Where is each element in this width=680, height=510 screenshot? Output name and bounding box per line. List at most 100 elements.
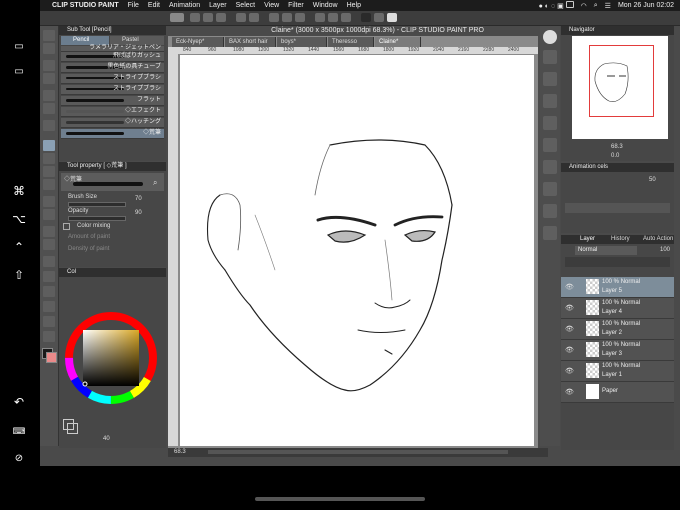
command-key-icon[interactable]: ⌘ bbox=[10, 184, 28, 198]
material-icon[interactable] bbox=[543, 50, 557, 64]
tab-pastel[interactable]: Pastel bbox=[110, 36, 164, 45]
reference-icon[interactable] bbox=[543, 94, 557, 108]
selection-tool-icon[interactable] bbox=[43, 90, 55, 101]
move-layer-tool-icon[interactable] bbox=[43, 73, 55, 84]
menu-layer[interactable]: Layer bbox=[209, 2, 227, 9]
layer-row[interactable]: 👁 100 % Normal Layer 3 bbox=[561, 340, 674, 361]
lock-icon[interactable] bbox=[543, 226, 557, 240]
keyboard-icon[interactable]: ⌨ bbox=[10, 424, 28, 438]
menu-view[interactable]: View bbox=[264, 2, 279, 9]
layer-toolbar[interactable] bbox=[565, 257, 670, 267]
tab-auto-action[interactable]: Auto Action bbox=[643, 236, 673, 242]
eyedropper-tool-icon[interactable] bbox=[43, 120, 55, 131]
balloon-tool-icon[interactable] bbox=[43, 316, 55, 327]
menu-window[interactable]: Window bbox=[313, 2, 338, 9]
layer-row[interactable]: 👁 100 % Normal Layer 2 bbox=[561, 319, 674, 340]
control-key-icon[interactable]: ⌃ bbox=[10, 240, 28, 254]
pencil-tool-icon[interactable] bbox=[43, 140, 55, 151]
brush-preset-preview[interactable]: ◇荒筆 ⌕ bbox=[61, 173, 164, 191]
tab-pencil[interactable]: Pencil bbox=[61, 36, 109, 45]
vector-icon[interactable] bbox=[543, 160, 557, 174]
shift-key-icon[interactable]: ⇧ bbox=[10, 268, 28, 282]
move-tool-icon[interactable] bbox=[43, 43, 55, 54]
help-icon[interactable] bbox=[387, 13, 397, 22]
deselect-icon[interactable] bbox=[295, 13, 305, 22]
tab-document[interactable]: BAX short hair bbox=[225, 37, 276, 47]
eye-icon[interactable]: 👁 bbox=[565, 388, 574, 396]
tab-document[interactable]: Eck-Nyep* bbox=[172, 37, 224, 47]
transform-icon[interactable] bbox=[282, 13, 292, 22]
eye-icon[interactable]: 👁 bbox=[565, 325, 574, 333]
menu-filter[interactable]: Filter bbox=[288, 2, 304, 9]
blend-mode-select[interactable]: Normal bbox=[575, 246, 637, 255]
fill-icon[interactable] bbox=[543, 138, 557, 152]
animation-folder-row[interactable] bbox=[565, 203, 670, 213]
redo-icon[interactable] bbox=[249, 13, 259, 22]
clip-studio-q-icon[interactable] bbox=[543, 30, 557, 44]
wifi-icon[interactable]: ◠ bbox=[581, 2, 587, 10]
option-key-icon[interactable]: ⌥ bbox=[10, 212, 28, 226]
layer-opacity-value[interactable]: 100 bbox=[660, 247, 670, 253]
airbrush-tool-icon[interactable] bbox=[43, 166, 55, 177]
grid-snap-icon[interactable] bbox=[341, 13, 351, 22]
layer-row-selected[interactable]: 👁 100 % Normal Layer 5 bbox=[561, 277, 674, 298]
menu-edit[interactable]: Edit bbox=[148, 2, 160, 9]
brush-item[interactable]: ストライプブラシ bbox=[61, 74, 164, 84]
navigator-zoom[interactable]: 68.3 bbox=[611, 144, 623, 150]
mask-icon[interactable] bbox=[543, 182, 557, 196]
menu-help[interactable]: Help bbox=[347, 2, 361, 9]
eye-icon[interactable]: 👁 bbox=[565, 304, 574, 312]
menu-select[interactable]: Select bbox=[236, 2, 255, 9]
decoration-tool-icon[interactable] bbox=[43, 179, 55, 190]
layer-property-icon[interactable] bbox=[543, 72, 557, 86]
open-icon[interactable] bbox=[203, 13, 213, 22]
brush-item[interactable]: ◇ハッチング bbox=[61, 118, 164, 128]
eye-icon[interactable]: 👁 bbox=[565, 283, 574, 291]
snap-icon[interactable] bbox=[315, 13, 325, 22]
tab-layer[interactable]: Layer bbox=[580, 236, 595, 242]
layer-row[interactable]: 👁 100 % Normal Layer 1 bbox=[561, 361, 674, 382]
sub-color-box[interactable] bbox=[67, 423, 78, 434]
clip-studio-icon[interactable] bbox=[170, 13, 184, 22]
fill-tool-icon[interactable] bbox=[43, 226, 55, 237]
control-center-icon[interactable]: ☰ bbox=[605, 2, 611, 10]
correct-line-tool-icon[interactable] bbox=[43, 331, 55, 342]
status-icons[interactable]: ● ◐ ◌ ▣ bbox=[539, 1, 574, 10]
sidebar-toggle-icon[interactable]: ▭ bbox=[10, 40, 28, 54]
opacity-value[interactable]: 90 bbox=[135, 210, 142, 216]
brush-size-value[interactable]: 70 bbox=[135, 196, 142, 202]
brush-tool-icon[interactable] bbox=[43, 153, 55, 164]
text-tool-icon[interactable] bbox=[43, 301, 55, 312]
layer-row-paper[interactable]: 👁 Paper bbox=[561, 382, 674, 403]
ruler-icon[interactable] bbox=[543, 204, 557, 218]
display-icon[interactable]: ▭ bbox=[10, 65, 28, 79]
tab-document[interactable]: boys* bbox=[277, 37, 327, 47]
brush-item[interactable]: 黒色紙の具チューブ bbox=[61, 63, 164, 73]
tab-history[interactable]: History bbox=[611, 236, 630, 242]
canvas-scrollbar[interactable] bbox=[208, 450, 508, 454]
zoom-tool-icon[interactable] bbox=[43, 30, 55, 41]
transparency-icon[interactable] bbox=[543, 116, 557, 130]
sub-color-swatch[interactable] bbox=[46, 352, 57, 363]
frame-tool-icon[interactable] bbox=[43, 271, 55, 282]
layer-color-icon[interactable] bbox=[374, 13, 384, 22]
ruler-snap-icon[interactable] bbox=[328, 13, 338, 22]
clear-icon[interactable] bbox=[269, 13, 279, 22]
color-wheel[interactable] bbox=[63, 310, 159, 406]
search-icon[interactable]: ⌕ bbox=[594, 2, 598, 10]
zoom-value[interactable]: 68.3 bbox=[174, 448, 186, 457]
undo-icon[interactable]: ↶ bbox=[10, 395, 28, 409]
blend-tool-icon[interactable] bbox=[43, 209, 55, 220]
operation-tool-icon[interactable] bbox=[43, 60, 55, 71]
menu-animation[interactable]: Animation bbox=[169, 2, 200, 9]
undo-icon[interactable] bbox=[236, 13, 246, 22]
disconnect-icon[interactable]: ⊘ bbox=[10, 452, 28, 466]
opacity-slider[interactable] bbox=[68, 216, 126, 221]
new-icon[interactable] bbox=[190, 13, 200, 22]
brush-item-selected[interactable]: ◇荒筆 bbox=[61, 129, 164, 139]
tab-document[interactable]: Theresso con... bbox=[328, 37, 374, 55]
app-name[interactable]: CLIP STUDIO PAINT bbox=[52, 2, 119, 9]
brush-size-slider[interactable] bbox=[68, 202, 126, 207]
eye-icon[interactable]: 👁 bbox=[565, 346, 574, 354]
brush-item[interactable]: 飛ばばりガッシュ bbox=[61, 52, 164, 62]
